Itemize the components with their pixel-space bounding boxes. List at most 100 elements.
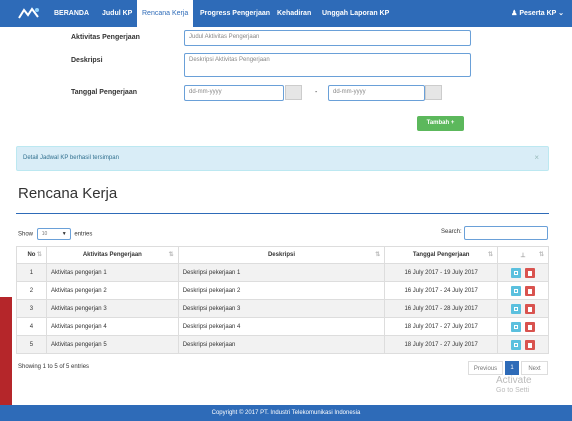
cell-actions: [497, 299, 549, 318]
col-header-actions[interactable]: ⊥ ⇅: [497, 246, 549, 264]
aktivitas-input[interactable]: Judul Aktivitas Pengerjaan: [184, 30, 471, 46]
edit-icon[interactable]: [511, 321, 522, 332]
footer: Copyright © 2017 PT. Industri Telekomuni…: [0, 405, 572, 421]
activation-watermark: Activate Go to Setti: [496, 375, 532, 394]
edit-icon[interactable]: [511, 267, 522, 278]
alert-message: Detail Jadwal KP berhasil tersimpan: [23, 155, 119, 161]
cell-actions: [497, 263, 549, 282]
cell-no: 2: [16, 281, 47, 300]
page-title: Rencana Kerja: [18, 185, 118, 202]
col-header-tanggal-label: Tanggal Pengerjaan: [412, 252, 470, 258]
cell-actions: [497, 335, 549, 354]
rencana-kerja-table: No ⇅ Aktivitas Pengerjaan ⇅ Deskripsi ⇅ Tan…: [16, 246, 549, 354]
calendar-start-icon[interactable]: [285, 85, 302, 100]
chevron-down-icon: ⌄: [556, 10, 564, 17]
cell-tanggal: 16 July 2017 - 24 July 2017: [384, 281, 499, 300]
trash-icon[interactable]: [525, 339, 536, 350]
edit-icon[interactable]: [511, 285, 522, 296]
nav-progress-pengerjaan[interactable]: Progress Pengerjaan: [200, 0, 270, 27]
entries-select[interactable]: 10 ▼: [36, 228, 71, 240]
app-logo-icon[interactable]: [17, 5, 41, 22]
table-row: 3 Aktivitas pengerjan 3 Deskripsi pekerj…: [16, 299, 549, 318]
date-start-input[interactable]: dd-mm-yyyy: [184, 85, 284, 101]
pagination-page-1[interactable]: 1: [505, 361, 519, 375]
col-header-aktivitas-label: Aktivitas Pengerjaan: [82, 252, 142, 258]
nav-unggah-laporan[interactable]: Unggah Laporan KP: [322, 0, 389, 27]
sort-icon: ⇅: [538, 252, 544, 258]
cell-tanggal: 18 July 2017 - 27 July 2017: [384, 335, 499, 354]
watermark-line1: Activate: [496, 375, 532, 386]
decorative-side-bar: [0, 297, 12, 405]
trash-icon[interactable]: [525, 303, 536, 314]
cell-no: 1: [16, 263, 47, 282]
cell-no: 3: [16, 299, 47, 318]
search-input[interactable]: [464, 226, 548, 240]
cell-aktivitas: Aktivitas pengerjan 5: [45, 335, 179, 354]
table-info: Showing 1 to 5 of 5 entries: [18, 364, 90, 370]
trash-icon[interactable]: [525, 267, 536, 278]
date-separator: -: [315, 89, 318, 96]
edit-icon[interactable]: [511, 303, 522, 314]
close-icon[interactable]: ×: [534, 153, 539, 162]
tambah-button[interactable]: Tambah +: [417, 116, 464, 131]
tambah-button-label: Tambah: [426, 120, 450, 126]
top-navbar: BERANDA Judul KP Rencana Kerja Progress …: [0, 0, 572, 27]
sort-icon: ⇅: [375, 252, 381, 258]
entries-label: entries: [74, 231, 93, 238]
cell-actions: [497, 317, 549, 336]
entries-control: Show 10 ▼ entries: [18, 228, 92, 240]
col-header-deskripsi-label: Deskripsi: [267, 252, 295, 258]
cell-deskripsi: Deskripsi pekerjaan: [177, 335, 386, 354]
pagination-previous[interactable]: Previous: [468, 361, 503, 375]
search-label: Search:: [441, 229, 462, 235]
cell-deskripsi: Deskripsi pekerjaan 1: [177, 263, 386, 282]
sort-icon: ⇅: [168, 252, 174, 258]
pagination-next[interactable]: Next: [521, 361, 548, 375]
cell-aktivitas: Aktivitas pengerjan 2: [45, 281, 179, 300]
aktivitas-label: Aktivitas Pengerjaan: [71, 34, 140, 41]
table-row: 2 Aktivitas pengerjan 2 Deskripsi pekerj…: [16, 281, 549, 300]
cell-actions: [497, 281, 549, 300]
col-header-tanggal[interactable]: Tanggal Pengerjaan ⇅: [384, 246, 499, 264]
table-header-row: No ⇅ Aktivitas Pengerjaan ⇅ Deskripsi ⇅ Tan…: [16, 246, 549, 264]
col-header-aktivitas[interactable]: Aktivitas Pengerjaan ⇅: [45, 246, 179, 264]
tanggal-label: Tanggal Pengerjaan: [71, 89, 137, 96]
table-row: 1 Aktivitas pengerjan 1 Deskripsi pekerj…: [16, 263, 549, 282]
trash-icon[interactable]: [525, 321, 536, 332]
user-menu[interactable]: ♟ Peserta KP ⌄: [511, 0, 564, 27]
cell-deskripsi: Deskripsi pekerjaan 4: [177, 317, 386, 336]
cell-deskripsi: Deskripsi pekerjaan 3: [177, 299, 386, 318]
table-row: 4 Aktivitas pengerjan 4 Deskripsi pekerj…: [16, 317, 549, 336]
cell-deskripsi: Deskripsi pekerjaan 2: [177, 281, 386, 300]
cell-tanggal: 16 July 2017 - 28 July 2017: [384, 299, 499, 318]
calendar-end-icon[interactable]: [425, 85, 442, 100]
cell-aktivitas: Aktivitas pengerjan 3: [45, 299, 179, 318]
edit-icon[interactable]: [511, 339, 522, 350]
nav-beranda[interactable]: BERANDA: [54, 0, 89, 27]
cell-no: 5: [16, 335, 47, 354]
cell-tanggal: 18 July 2017 - 27 July 2017: [384, 317, 499, 336]
sort-icon: ⇅: [36, 252, 42, 258]
cell-aktivitas: Aktivitas pengerjan 1: [45, 263, 179, 282]
nav-rencana-kerja[interactable]: Rencana Kerja: [137, 0, 194, 27]
col-header-no[interactable]: No ⇅: [16, 246, 47, 264]
plus-icon: +: [450, 120, 455, 126]
date-end-input[interactable]: dd-mm-yyyy: [328, 85, 425, 101]
col-header-deskripsi[interactable]: Deskripsi ⇅: [177, 246, 386, 264]
user-menu-label: Peserta KP: [519, 10, 557, 17]
show-label: Show: [18, 231, 34, 238]
deskripsi-label: Deskripsi: [71, 57, 103, 64]
title-divider: [16, 213, 549, 214]
success-alert: Detail Jadwal KP berhasil tersimpan ×: [16, 146, 549, 171]
caret-down-icon: ▼: [61, 231, 67, 237]
entries-select-value: 10: [41, 231, 48, 237]
col-header-no-label: No: [27, 252, 36, 258]
nav-kehadiran[interactable]: Kehadiran: [277, 0, 311, 27]
nav-judul-kp[interactable]: Judul KP: [102, 0, 132, 27]
trash-icon[interactable]: [525, 285, 536, 296]
watermark-line2: Go to Setti: [496, 387, 530, 394]
deskripsi-textarea[interactable]: Deskripsi Aktivitas Pengerjaan: [184, 53, 471, 77]
cell-tanggal: 16 July 2017 - 19 July 2017: [384, 263, 499, 282]
col-header-actions-label: ⊥: [520, 252, 526, 259]
sort-icon: ⇅: [488, 252, 494, 258]
